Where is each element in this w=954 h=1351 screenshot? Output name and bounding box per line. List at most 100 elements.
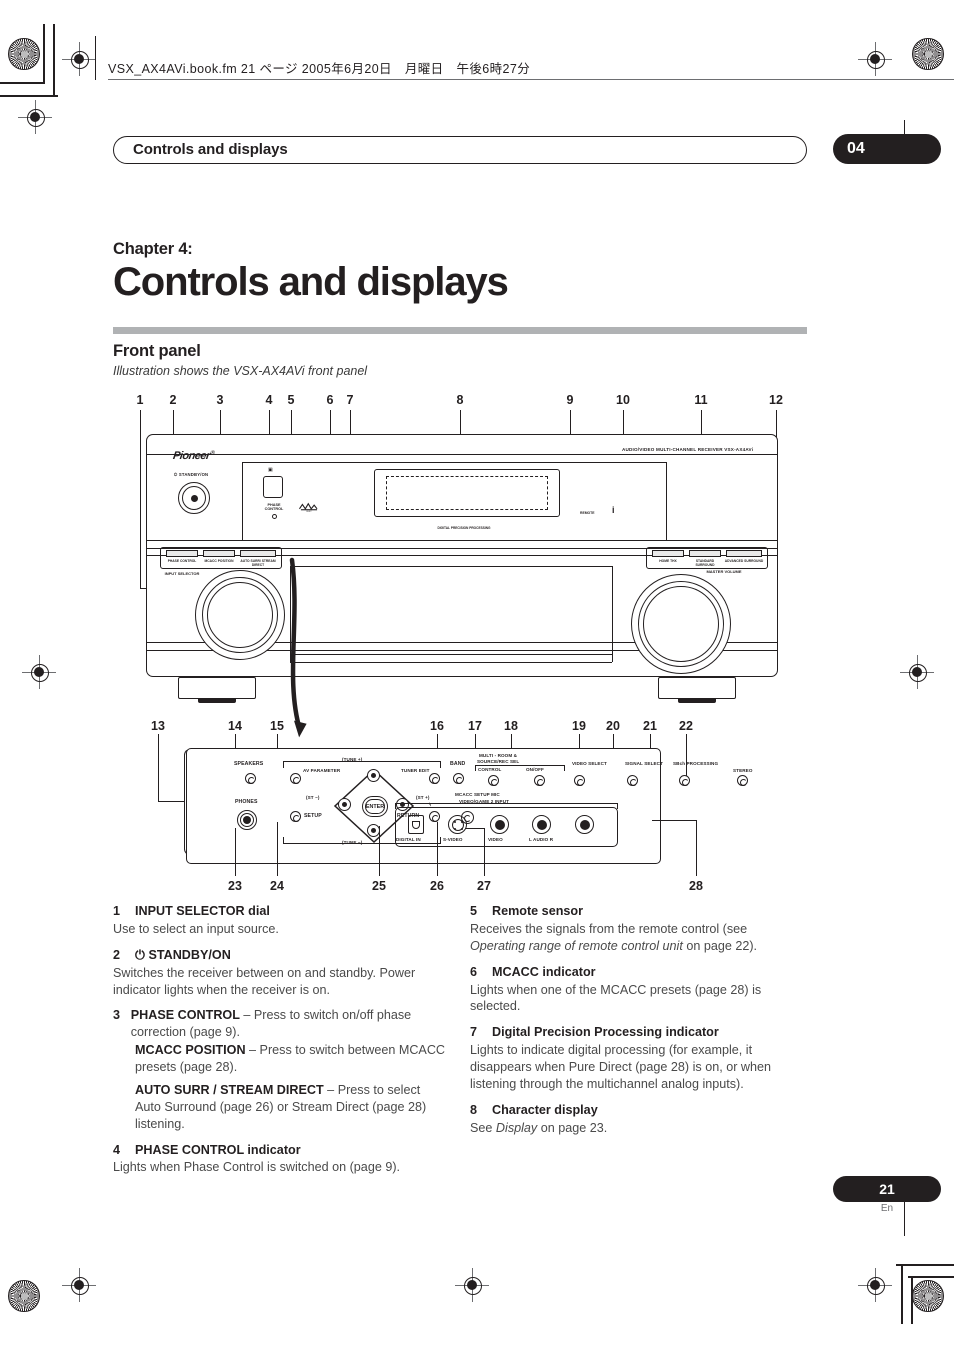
crosshair-bottom-left bbox=[62, 1268, 96, 1302]
standby-label: ⏻ STANDBY/ON bbox=[174, 472, 209, 477]
band-button[interactable] bbox=[453, 773, 464, 784]
master-volume-dial[interactable] bbox=[631, 574, 731, 674]
audio-left-rca-jack[interactable] bbox=[532, 815, 551, 834]
video-rca-core bbox=[494, 819, 505, 830]
item-1: 1 INPUT SELECTOR dial Use to select an in… bbox=[113, 903, 448, 938]
registration-mark-top-right bbox=[912, 38, 944, 70]
crop-line-tl-h2 bbox=[0, 82, 45, 84]
front-panel-detail: SPEAKERS PHONES AV PARAMETER SETUP (TUNE… bbox=[186, 748, 752, 864]
speakers-button[interactable] bbox=[245, 773, 256, 784]
callout-12: 12 bbox=[769, 393, 783, 407]
video-select-button[interactable] bbox=[574, 775, 585, 786]
item-3-line-3: AUTO SURR / STREAM DIRECT – Press to sel… bbox=[113, 1082, 448, 1133]
item-7-heading: 7 Digital Precision Processing indicator bbox=[470, 1024, 805, 1041]
page-language: En bbox=[880, 1203, 894, 1214]
callout-3: 3 bbox=[216, 393, 224, 407]
chapter-label: Chapter 4: bbox=[113, 240, 193, 258]
item-7-number: 7 bbox=[470, 1025, 478, 1040]
tuner-edit-label: TUNER EDIT bbox=[401, 768, 430, 774]
crosshair-top-left bbox=[62, 42, 96, 76]
leader-28h bbox=[652, 820, 697, 821]
mcacc-setup-mic-label: MCACC SETUP MIC bbox=[455, 792, 500, 798]
crosshair-bottom-right bbox=[858, 1268, 892, 1302]
sbch-processing-button[interactable] bbox=[679, 775, 690, 786]
pioneer-logo: Pioneer® bbox=[172, 450, 215, 462]
remote-icon: ▣ bbox=[268, 467, 273, 473]
item-6-number: 6 bbox=[470, 964, 478, 979]
key-mcacc-position[interactable] bbox=[203, 550, 235, 557]
audio-lr-label: L AUDIO R bbox=[529, 837, 554, 842]
crop-line-tl-v bbox=[53, 24, 55, 95]
item-7-body: Lights to indicate digital processing (f… bbox=[470, 1043, 772, 1091]
sbch-processing-text: SBch PROCESSING bbox=[673, 761, 719, 766]
crop-line-br-v2 bbox=[911, 1276, 913, 1324]
input-selector-label: INPUT SELECTOR bbox=[164, 571, 200, 576]
callout-23: 23 bbox=[228, 879, 242, 893]
item-3-bold-3: AUTO SURR / STREAM DIRECT bbox=[135, 1082, 324, 1097]
leader-26 bbox=[437, 822, 438, 876]
leader-1 bbox=[140, 410, 141, 588]
item-6: 6 MCACC indicator Lights when one of the … bbox=[470, 964, 805, 1016]
callout-19: 19 bbox=[572, 719, 586, 733]
leader-22 bbox=[686, 734, 687, 778]
st-plus-label: (ST +) bbox=[416, 795, 430, 800]
foot-right-lip bbox=[678, 698, 716, 703]
input-selector-ring-3 bbox=[207, 582, 273, 648]
item-2-body: Switches the receiver between on and sta… bbox=[113, 965, 416, 997]
tune-up-label: (TUNE +) bbox=[342, 757, 363, 762]
door-bottom bbox=[290, 662, 612, 663]
chassis-seam-2 bbox=[147, 540, 777, 541]
st-minus-label: (ST −) bbox=[306, 795, 320, 800]
key-standard-surround[interactable] bbox=[689, 550, 721, 557]
s-video-jack[interactable] bbox=[448, 815, 467, 834]
item-5-number: 5 bbox=[470, 904, 478, 918]
video-rca-jack[interactable] bbox=[490, 815, 509, 834]
signal-select-button[interactable] bbox=[627, 775, 638, 786]
multiroom-label-2: SOURCE/REC SEL bbox=[477, 759, 520, 764]
section-title: Front panel bbox=[113, 342, 201, 360]
stereo-button[interactable] bbox=[737, 775, 748, 786]
door-bottom-2 bbox=[290, 654, 612, 655]
digital-in-label: DIGITAL IN bbox=[396, 837, 421, 842]
leader-13 bbox=[158, 734, 159, 802]
mcacc-indicator-label: i bbox=[612, 505, 615, 515]
item-8-number: 8 bbox=[470, 1102, 478, 1117]
item-5-body: Receives the signals from the remote con… bbox=[470, 921, 805, 955]
input-selector-dial[interactable] bbox=[195, 570, 285, 660]
phones-jack[interactable] bbox=[237, 810, 257, 830]
cursor-left-button[interactable] bbox=[338, 798, 351, 811]
item-3: 3 PHASE CONTROL – Press to switch on/off… bbox=[113, 1007, 448, 1132]
key-auto-surr[interactable] bbox=[240, 550, 276, 557]
item-2-number: 2 bbox=[113, 947, 121, 962]
front-panel-illustration: Pioneer® ⏻ STANDBY/ON ▣ PHASE CONTROL MC… bbox=[146, 434, 778, 703]
page-number: 21 bbox=[879, 1181, 895, 1197]
foot-left bbox=[178, 677, 256, 699]
key-home-thx[interactable] bbox=[652, 550, 684, 557]
remote-sensor-label: REMOTE bbox=[580, 511, 595, 515]
crosshair-right-mid bbox=[900, 655, 934, 689]
item-5: 5 Remote sensor Receives the signals from… bbox=[470, 903, 805, 955]
left-text-column: 1 INPUT SELECTOR dial Use to select an in… bbox=[113, 903, 448, 1185]
phase-control-panel-label: PHASE CONTROL bbox=[264, 503, 284, 512]
foot-right bbox=[658, 677, 736, 699]
callout-20: 20 bbox=[606, 719, 620, 733]
digital-in-optical-jack[interactable] bbox=[408, 815, 424, 834]
tuner-edit-button[interactable] bbox=[429, 773, 440, 784]
audio-left-core bbox=[536, 819, 547, 830]
audio-right-rca-jack[interactable] bbox=[575, 815, 594, 834]
cursor-up-button[interactable] bbox=[367, 769, 380, 782]
multiroom-onoff-button[interactable] bbox=[534, 775, 545, 786]
item-3-bold-1: PHASE CONTROL bbox=[130, 1008, 240, 1023]
key-phase-control[interactable] bbox=[166, 550, 198, 557]
item-5-italic: Operating range of remote control unit bbox=[470, 938, 683, 953]
enter-button[interactable]: ENTER bbox=[362, 796, 388, 817]
item-2-heading: 2 ⏻ STANDBY/ON bbox=[113, 947, 448, 964]
item-5-pre: Receives the signals from the remote con… bbox=[470, 921, 748, 936]
chassis-seam bbox=[147, 454, 777, 455]
multiroom-control-button[interactable] bbox=[488, 775, 499, 786]
standby-on-button[interactable] bbox=[178, 482, 210, 514]
key-advanced-surround[interactable] bbox=[726, 550, 762, 557]
setup-button[interactable] bbox=[290, 811, 301, 822]
av-parameter-button[interactable] bbox=[290, 773, 301, 784]
leader-24 bbox=[277, 822, 278, 876]
